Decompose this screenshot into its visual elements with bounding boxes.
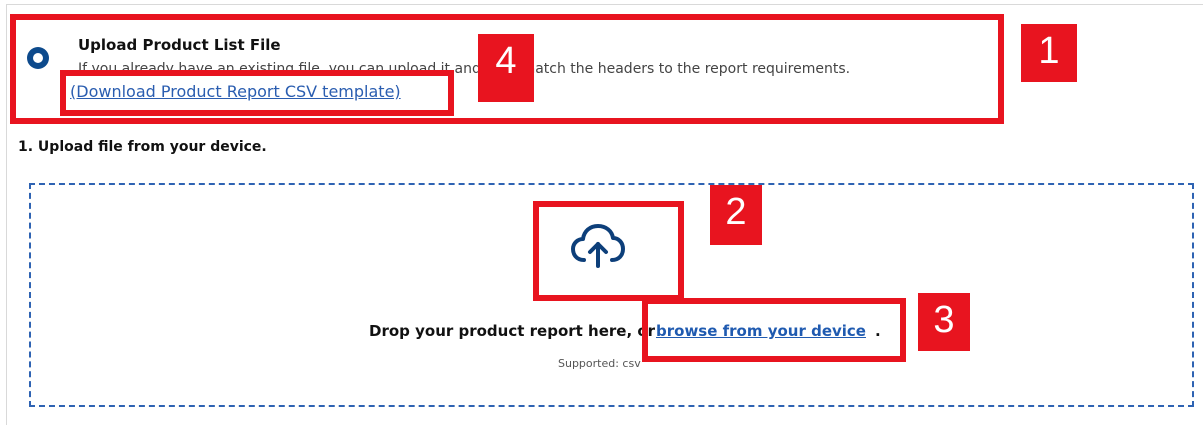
- step-heading: 1. Upload file from your device.: [18, 139, 267, 155]
- highlight-box-4: [60, 70, 454, 116]
- supported-formats: Supported: csv: [558, 357, 641, 370]
- highlight-box-2: [533, 201, 684, 301]
- upload-screen: Upload Product List File If you already …: [0, 0, 1203, 425]
- annotation-badge-2: 2: [710, 185, 762, 245]
- annotation-badge-1: 1: [1021, 24, 1077, 82]
- drop-prompt: Drop your product report here, or: [369, 322, 656, 340]
- annotation-badge-4: 4: [478, 34, 534, 102]
- annotation-badge-3: 3: [918, 293, 970, 351]
- highlight-box-3: [642, 298, 906, 362]
